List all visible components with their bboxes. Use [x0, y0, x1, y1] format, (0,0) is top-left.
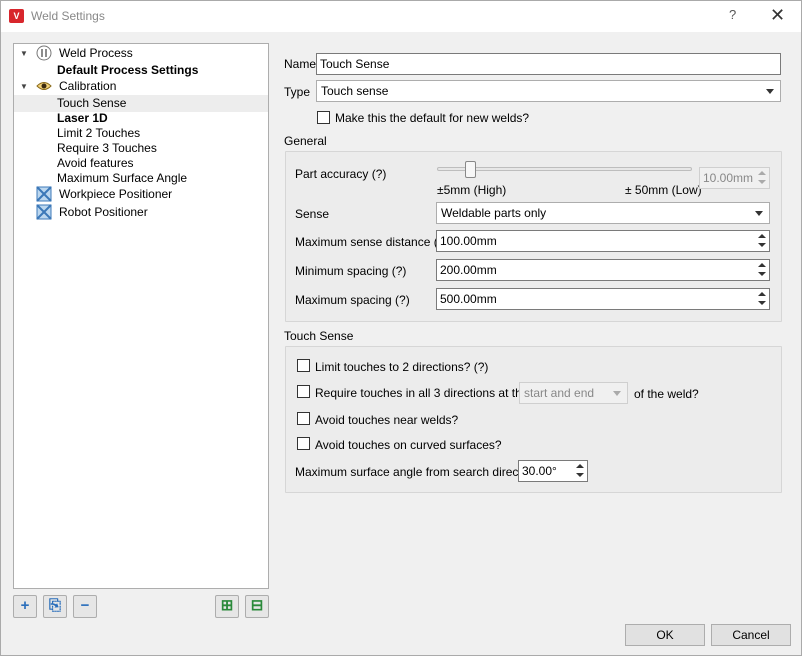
settings-tree[interactable]: ▼ Weld Process Default Process Settings …	[13, 43, 269, 589]
tree-item-calibration[interactable]: ▼ Calibration	[14, 78, 268, 95]
tree-item-label: Weld Process	[59, 46, 133, 60]
touch-sense-group: Limit touches to 2 directions? (?) Requi…	[285, 346, 782, 493]
general-group: Part accuracy (?) ±5mm (High) ± 50mm (Lo…	[285, 151, 782, 322]
default-checkbox-label: Make this the default for new welds?	[335, 111, 530, 125]
weld-settings-dialog: V Weld Settings ? ✕ ▼ Weld Process Defau…	[0, 0, 802, 656]
sense-label: Sense	[295, 207, 330, 221]
name-label: Name	[284, 57, 317, 71]
close-button[interactable]: ✕	[770, 5, 785, 26]
general-group-title: General	[284, 134, 327, 148]
chevron-down-icon	[613, 391, 621, 396]
avoid-welds-checkbox[interactable]	[297, 412, 310, 425]
part-accuracy-label: Part accuracy (?)	[295, 167, 387, 181]
spin-up-icon	[758, 171, 766, 175]
tree-item-label: Default Process Settings	[57, 63, 199, 77]
max-sense-distance-value: 100.00mm	[440, 234, 497, 248]
avoid-curved-label: Avoid touches on curved surfaces?	[315, 438, 502, 452]
require-touches-checkbox[interactable]	[297, 385, 310, 398]
require-touches-suffix: of the weld?	[634, 387, 699, 401]
app-logo-icon: V	[9, 9, 24, 23]
limit-touches-checkbox[interactable]	[297, 359, 310, 372]
require-touches-position-select: start and end	[519, 382, 628, 404]
spin-up-icon[interactable]	[576, 464, 584, 468]
max-angle-value: 30.00°	[522, 464, 557, 478]
positioner-icon	[36, 186, 52, 202]
touch-sense-group-title: Touch Sense	[284, 329, 354, 343]
type-select[interactable]: Touch sense	[316, 80, 781, 102]
avoid-curved-checkbox[interactable]	[297, 437, 310, 450]
positioner-icon	[36, 204, 52, 220]
tree-item-label: Maximum Surface Angle	[57, 171, 188, 185]
chevron-down-icon	[766, 89, 774, 94]
slider-min-label: ±5mm (High)	[437, 183, 507, 197]
default-checkbox[interactable]	[317, 111, 330, 124]
accuracy-value: 10.00mm	[703, 171, 754, 185]
spin-buttons[interactable]	[755, 232, 768, 250]
expand-arrow-icon[interactable]: ▼	[20, 78, 28, 95]
min-spacing-input[interactable]: 200.00mm	[436, 259, 770, 281]
spin-down-icon[interactable]	[758, 272, 766, 276]
eye-icon	[36, 82, 52, 90]
spin-down-icon[interactable]	[576, 473, 584, 477]
tree-item-robot-positioner[interactable]: Robot Positioner	[14, 204, 268, 221]
max-sense-distance-input[interactable]: 100.00mm	[436, 230, 770, 252]
spin-up-icon[interactable]	[758, 263, 766, 267]
max-spacing-value: 500.00mm	[440, 292, 497, 306]
cancel-button[interactable]: Cancel	[711, 624, 791, 646]
max-spacing-input[interactable]: 500.00mm	[436, 288, 770, 310]
export-button[interactable]: ⊟	[245, 595, 269, 618]
spin-down-icon[interactable]	[758, 301, 766, 305]
tree-item-workpiece-positioner[interactable]: Workpiece Positioner	[14, 186, 268, 203]
add-button[interactable]: +	[13, 595, 37, 618]
max-sense-distance-label: Maximum sense distance (?)	[295, 235, 449, 249]
accuracy-spinbox: 10.00mm	[699, 167, 770, 189]
import-button[interactable]: ⊞	[215, 595, 239, 618]
spin-buttons[interactable]	[755, 261, 768, 279]
avoid-welds-label: Avoid touches near welds?	[315, 413, 459, 427]
sense-select[interactable]: Weldable parts only	[436, 202, 770, 224]
spin-down-icon	[758, 180, 766, 184]
min-spacing-label: Minimum spacing (?)	[295, 264, 407, 278]
type-select-value: Touch sense	[321, 84, 389, 98]
slider-max-label: ± 50mm (Low)	[625, 183, 702, 197]
spin-up-icon[interactable]	[758, 234, 766, 238]
sense-select-value: Weldable parts only	[441, 206, 547, 220]
tree-item-weld-process[interactable]: ▼ Weld Process	[14, 45, 268, 62]
require-touches-label: Require touches in all 3 directions at t…	[315, 386, 529, 400]
title-bar: V Weld Settings ? ✕	[1, 1, 801, 32]
spin-up-icon[interactable]	[758, 292, 766, 296]
tree-item-default-process-settings[interactable]: Default Process Settings	[14, 62, 268, 79]
help-button[interactable]: ?	[729, 7, 736, 22]
remove-button[interactable]: −	[73, 595, 97, 618]
ok-button[interactable]: OK	[625, 624, 705, 646]
type-label: Type	[284, 85, 311, 99]
spin-down-icon[interactable]	[758, 243, 766, 247]
tree-item-maximum-surface-angle[interactable]: Maximum Surface Angle	[14, 170, 268, 187]
min-spacing-value: 200.00mm	[440, 263, 497, 277]
require-touches-position-value: start and end	[524, 386, 595, 400]
max-spacing-label: Maximum spacing (?)	[295, 293, 410, 307]
name-field[interactable]: Touch Sense	[316, 53, 781, 75]
tree-item-label: Robot Positioner	[59, 205, 148, 219]
max-angle-label: Maximum surface angle from search direct…	[295, 465, 538, 479]
part-accuracy-slider-handle[interactable]	[465, 161, 477, 178]
chevron-down-icon	[755, 211, 763, 216]
copy-button[interactable]: ⎘	[43, 595, 67, 618]
weld-process-icon	[36, 45, 52, 61]
max-angle-input[interactable]: 30.00°	[518, 460, 588, 482]
tree-item-label: Calibration	[59, 79, 117, 93]
window-title: Weld Settings	[31, 9, 105, 23]
limit-touches-label: Limit touches to 2 directions? (?)	[315, 360, 489, 374]
spin-buttons[interactable]	[755, 290, 768, 308]
spin-buttons[interactable]	[573, 462, 586, 480]
expand-arrow-icon[interactable]: ▼	[20, 45, 28, 62]
tree-item-label: Workpiece Positioner	[59, 187, 173, 201]
